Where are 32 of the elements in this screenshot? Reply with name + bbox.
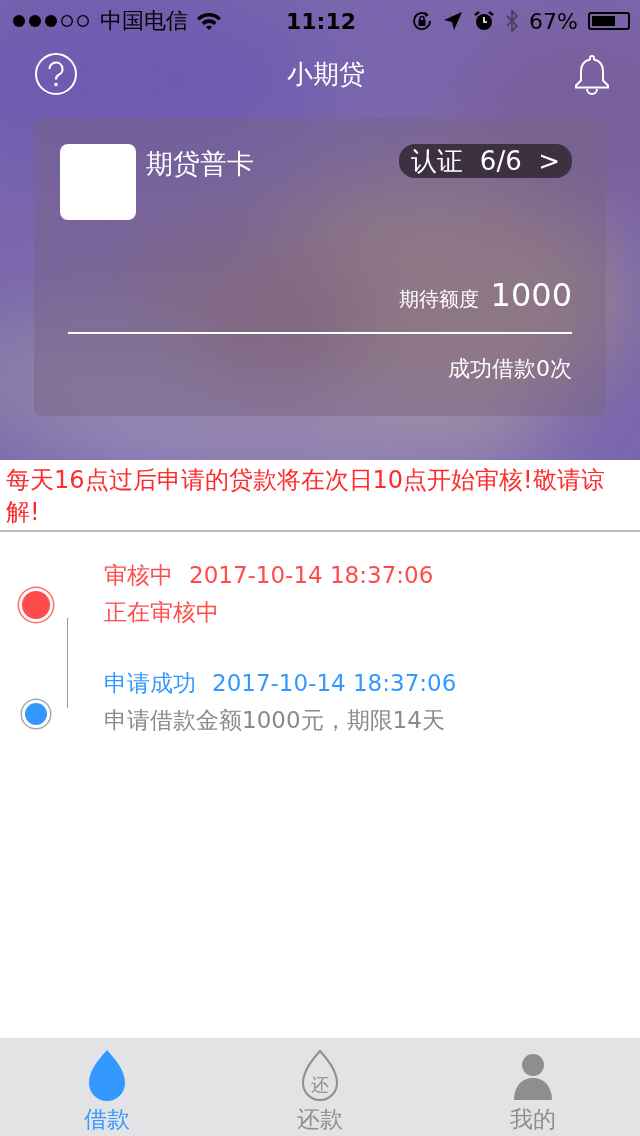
help-button[interactable] — [34, 52, 78, 96]
battery-percent: 67% — [529, 8, 578, 34]
drop-icon: 还 — [300, 1048, 340, 1104]
location-arrow-icon — [443, 11, 464, 31]
notice-text: 每天16点过后申请的贷款将在次日10点开始审核!敬请谅解! — [0, 460, 640, 532]
loan-count: 成功借款0次 — [447, 355, 572, 383]
signal-icon — [12, 13, 92, 29]
status-title: 申请成功 — [104, 669, 196, 698]
verification-button[interactable]: 认证 6/6 > — [399, 144, 572, 178]
bluetooth-icon — [505, 9, 520, 33]
limit-label: 期待额度 — [398, 286, 479, 313]
limit-amount: 1000 — [490, 276, 572, 314]
screen-title: 小期贷 — [287, 57, 365, 91]
alarm-clock-icon — [473, 10, 496, 32]
status-description: 正在审核中 — [104, 598, 220, 627]
carrier-name: 中国电信 — [100, 7, 188, 35]
clock-time: 11:12 — [286, 8, 356, 34]
bell-icon — [574, 52, 610, 96]
wifi-icon — [196, 11, 222, 31]
drop-icon — [86, 1048, 127, 1104]
status-title: 审核中 — [104, 561, 173, 590]
tab-item[interactable]: 我的 — [473, 1038, 594, 1136]
rotation-lock-icon — [411, 10, 434, 32]
status-time: 2017-10-14 18:37:06 — [189, 561, 434, 590]
status-time: 2017-10-14 18:37:06 — [212, 669, 457, 698]
notifications-button[interactable] — [574, 52, 610, 96]
tab-item[interactable]: 借款 — [46, 1038, 167, 1136]
card-name: 期贷普卡 — [146, 147, 255, 181]
help-icon — [34, 52, 78, 96]
tab-item[interactable]: 还 还款 — [260, 1038, 380, 1136]
status-description: 申请借款金额1000元，期限14天 — [104, 706, 446, 735]
battery-icon — [588, 12, 630, 30]
